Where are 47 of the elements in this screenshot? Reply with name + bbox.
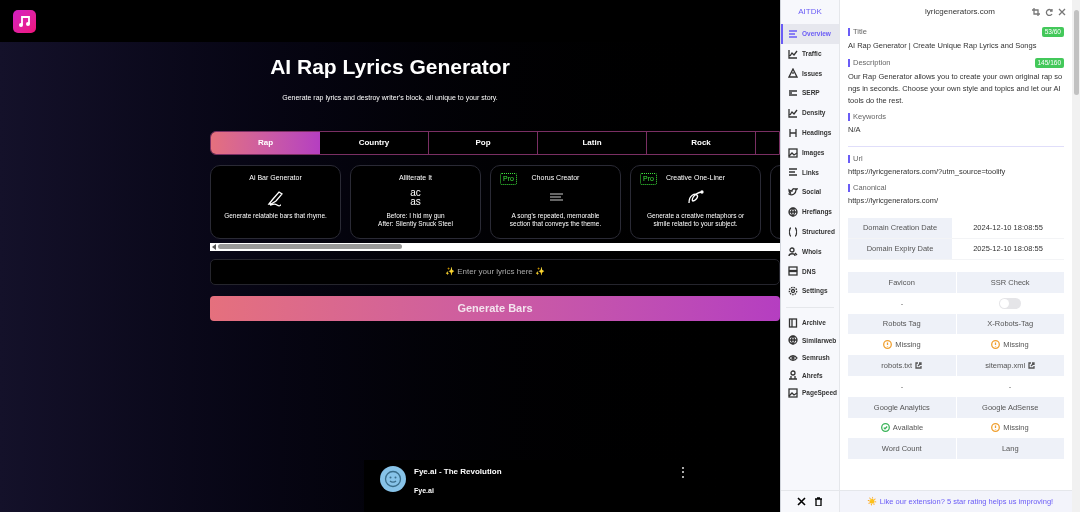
external-link-icon [915,362,923,370]
check-circle-icon [880,423,890,433]
note-glyph-icon [17,14,32,28]
refresh-icon [1045,8,1053,16]
genre-tab[interactable]: Rap [211,131,320,154]
crop-icon [1032,8,1040,16]
letters-icon: ac as [410,187,421,206]
scrollbar-thumb[interactable] [1073,10,1079,95]
domain-name: lyricgenerators.com [925,6,995,18]
list-icon [788,167,798,178]
genre-tab[interactable]: Pop [429,131,538,154]
brand-name: AITDK [797,6,823,18]
scroll-left-icon [210,242,218,251]
sun-icon: ☀ [866,495,877,508]
warning-icon [788,68,798,79]
settings-icon [788,286,798,297]
bird-icon [788,187,798,198]
music-note-icon[interactable] [13,9,36,33]
close-icon [1058,8,1066,16]
globe-icon [788,207,798,218]
list-icon [788,28,798,39]
warning-circle-icon [883,340,893,350]
external-link-icon [1028,362,1036,370]
eye-icon [788,352,798,363]
warning-circle-icon [991,423,1001,433]
text-lines-icon [788,88,798,99]
heading-icon [788,127,798,138]
server-icon [788,266,798,277]
genre-tab[interactable]: Country [320,131,429,154]
x-logo-icon [797,497,806,506]
image-icon [788,387,798,398]
page-title: AI Rap Lyrics Generator [270,54,510,80]
image-icon [788,147,798,158]
braces-icon [788,226,798,237]
user-icon [788,246,798,257]
lyrics-input-field[interactable]: ✨ Enter your lyrics here ✨ [210,258,780,285]
line-chart-icon [788,48,798,59]
more-menu-button[interactable]: ⋮ [677,466,689,478]
trash-icon [814,497,823,506]
archive-icon [788,317,798,328]
warning-circle-icon [991,340,1001,350]
globe-icon [788,335,798,346]
video-title: Fye.ai - The Revolution [414,466,503,478]
toggle-switch[interactable] [999,297,1021,309]
person-icon [788,370,798,381]
line-chart-icon [788,108,798,119]
scrollbar-thumb[interactable] [218,244,402,249]
